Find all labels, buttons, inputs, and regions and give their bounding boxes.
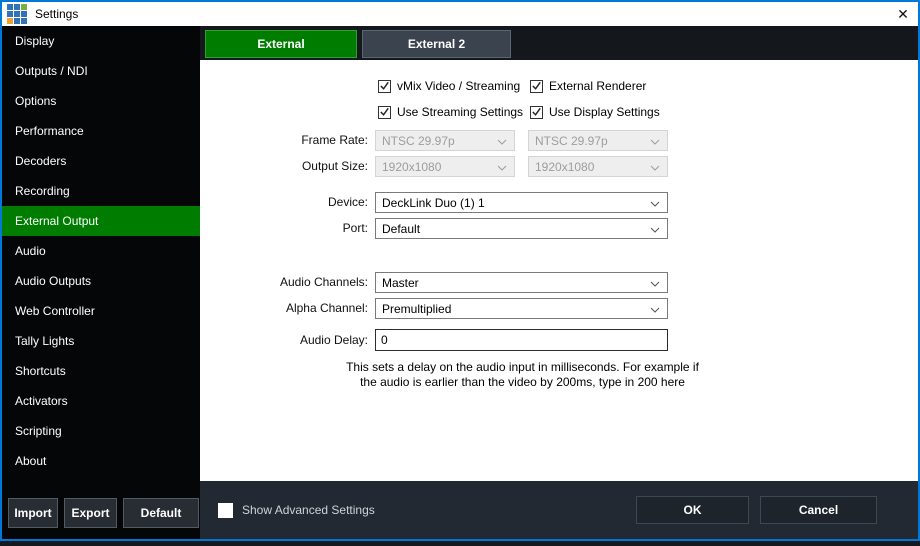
audio-delay-label: Audio Delay: [200,330,368,350]
frame-rate-select-1[interactable]: NTSC 29.97p [375,130,515,151]
dialog-footer: Show Advanced Settings OK Cancel [200,481,918,539]
show-advanced-settings-checkbox[interactable] [218,503,233,518]
audio-channels-label: Audio Channels: [200,272,368,292]
frame-rate-value-2: NTSC 29.97p [535,134,608,148]
port-value: Default [382,222,420,236]
chevron-down-icon [650,160,660,174]
main-pane: External External 2 vMix Video / Streami… [200,26,918,539]
alpha-channel-select[interactable]: Premultiplied [375,298,668,319]
port-select[interactable]: Default [375,218,668,239]
use-streaming-settings-label: Use Streaming Settings [397,105,523,119]
chevron-down-icon [650,222,660,236]
chevron-down-icon [497,160,507,174]
chevron-down-icon [650,276,660,290]
vmix-video-streaming-checkbox[interactable]: vMix Video / Streaming [378,78,520,94]
sidebar-item-shortcuts[interactable]: Shortcuts [2,356,200,386]
export-button[interactable]: Export [64,498,117,528]
sidebar-item-about[interactable]: About [2,446,200,476]
frame-rate-value-1: NTSC 29.97p [382,134,455,148]
alpha-channel-label: Alpha Channel: [200,298,368,318]
output-size-value-2: 1920x1080 [535,160,594,174]
vmix-video-streaming-label: vMix Video / Streaming [397,79,520,93]
checkmark-icon [378,80,391,93]
tab-external-2[interactable]: External 2 [362,30,511,58]
settings-window: Settings ✕ Display Outputs / NDI Options… [0,0,920,541]
device-select[interactable]: DeckLink Duo (1) 1 [375,192,668,213]
sidebar-item-audio-outputs[interactable]: Audio Outputs [2,266,200,296]
settings-sidebar: Display Outputs / NDI Options Performanc… [2,26,200,539]
output-size-select-2[interactable]: 1920x1080 [528,156,668,177]
alpha-channel-value: Premultiplied [382,302,451,316]
chevron-down-icon [650,196,660,210]
external-output-form: vMix Video / Streaming External Renderer… [200,60,918,481]
device-label: Device: [200,192,368,212]
sidebar-item-decoders[interactable]: Decoders [2,146,200,176]
use-streaming-settings-checkbox[interactable]: Use Streaming Settings [378,104,523,120]
ok-button[interactable]: OK [636,496,749,524]
output-size-label: Output Size: [200,156,368,176]
output-size-select-1[interactable]: 1920x1080 [375,156,515,177]
sidebar-item-performance[interactable]: Performance [2,116,200,146]
tab-external[interactable]: External [205,30,357,58]
port-label: Port: [200,218,368,238]
sidebar-item-recording[interactable]: Recording [2,176,200,206]
sidebar-item-display[interactable]: Display [2,26,200,56]
sidebar-item-external-output[interactable]: External Output [2,206,200,236]
audio-delay-input[interactable] [375,329,668,351]
use-display-settings-checkbox[interactable]: Use Display Settings [530,104,660,120]
sidebar-item-scripting[interactable]: Scripting [2,416,200,446]
frame-rate-select-2[interactable]: NTSC 29.97p [528,130,668,151]
checkmark-icon [378,106,391,119]
sidebar-item-web-controller[interactable]: Web Controller [2,296,200,326]
chevron-down-icon [497,134,507,148]
external-renderer-checkbox[interactable]: External Renderer [530,78,646,94]
sidebar-item-outputs-ndi[interactable]: Outputs / NDI [2,56,200,86]
default-button[interactable]: Default [123,498,199,528]
use-display-settings-label: Use Display Settings [549,105,660,119]
audio-delay-help-text: This sets a delay on the audio input in … [340,360,705,390]
chevron-down-icon [650,302,660,316]
audio-channels-select[interactable]: Master [375,272,668,293]
sidebar-item-audio[interactable]: Audio [2,236,200,266]
chevron-down-icon [650,134,660,148]
close-icon[interactable]: ✕ [888,2,918,26]
audio-channels-value: Master [382,276,419,290]
device-value: DeckLink Duo (1) 1 [382,196,485,210]
sidebar-item-activators[interactable]: Activators [2,386,200,416]
checkmark-icon [530,80,543,93]
output-tab-bar: External External 2 [200,26,918,60]
cancel-button[interactable]: Cancel [760,496,877,524]
window-title: Settings [35,7,78,21]
import-button[interactable]: Import [8,498,58,528]
title-bar: Settings ✕ [2,2,918,26]
output-size-value-1: 1920x1080 [382,160,441,174]
external-renderer-label: External Renderer [549,79,646,93]
show-advanced-settings-label: Show Advanced Settings [242,503,375,517]
vmix-logo-icon [7,4,27,24]
checkmark-icon [530,106,543,119]
sidebar-item-options[interactable]: Options [2,86,200,116]
sidebar-item-tally-lights[interactable]: Tally Lights [2,326,200,356]
frame-rate-label: Frame Rate: [200,130,368,150]
